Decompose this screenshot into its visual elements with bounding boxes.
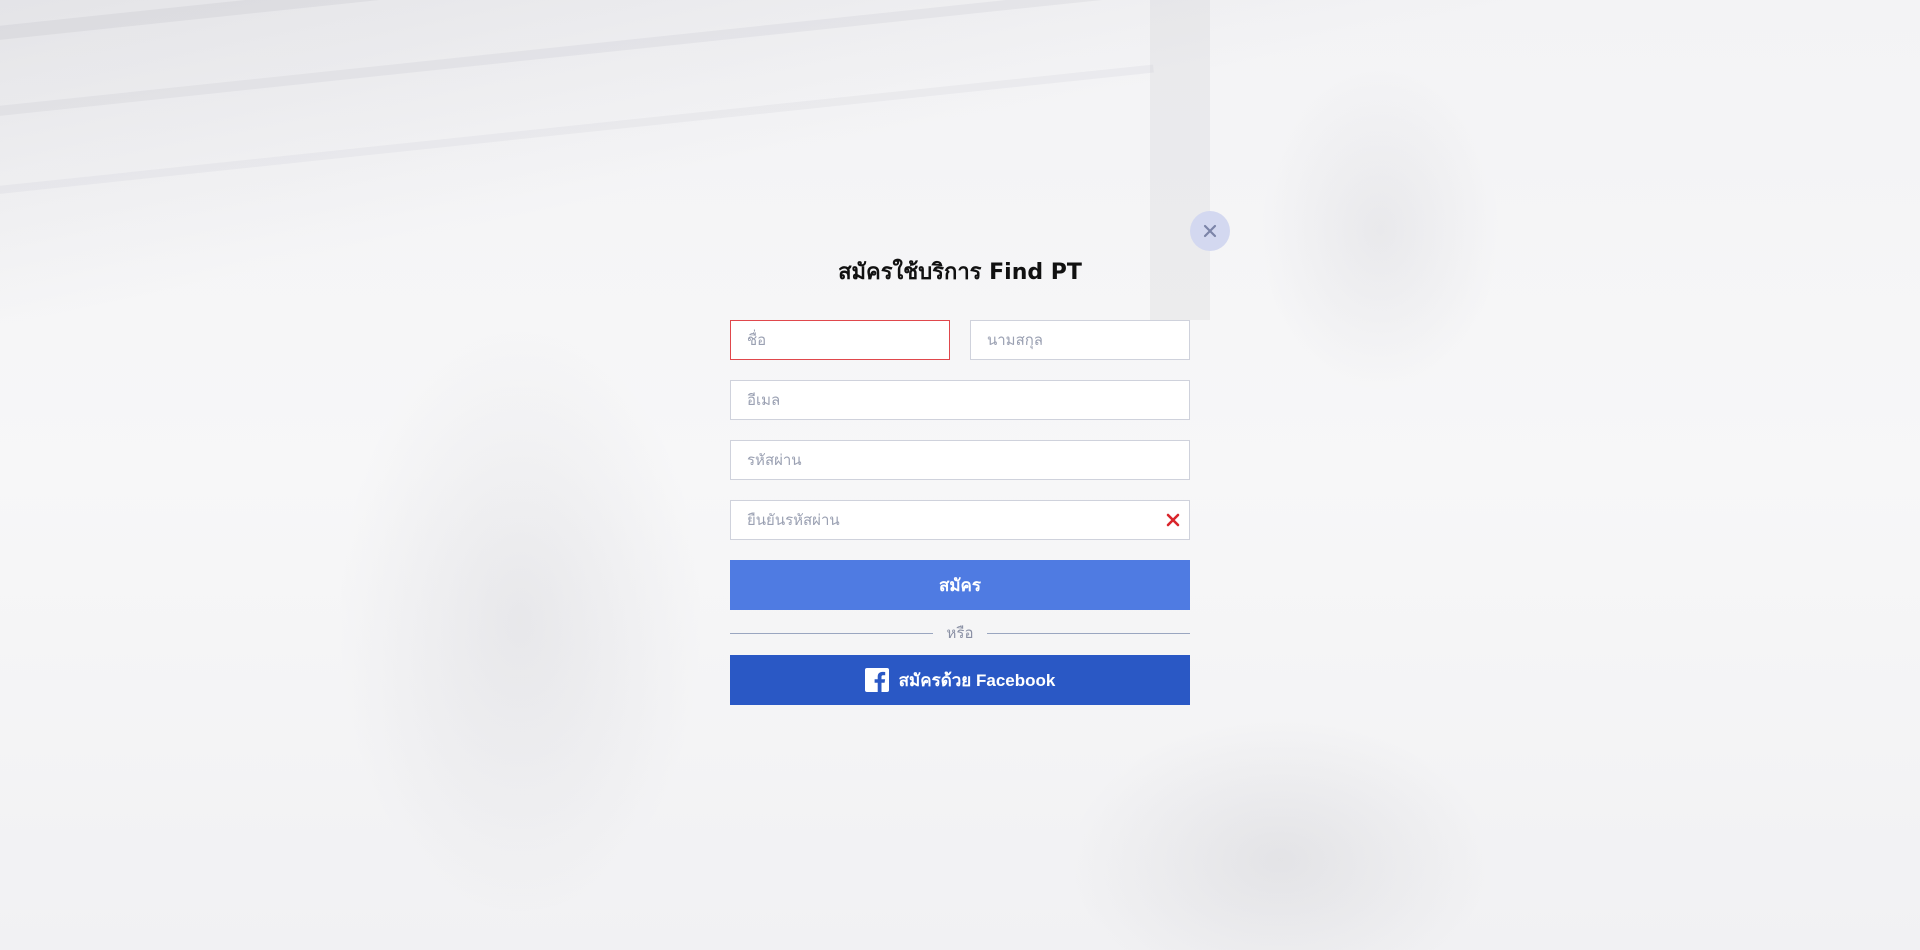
close-icon [1203, 224, 1217, 238]
password-row [730, 440, 1190, 480]
divider-line [730, 632, 933, 634]
email-input[interactable] [731, 381, 1189, 419]
password-field [730, 440, 1190, 480]
email-field [730, 380, 1190, 420]
divider-label: หรือ [946, 624, 974, 642]
first-name-field [730, 320, 950, 360]
first-name-input[interactable] [731, 321, 949, 359]
facebook-button-label: สมัครด้วย Facebook [898, 670, 1056, 690]
email-row [730, 380, 1190, 420]
divider-line [987, 632, 1191, 634]
or-divider: หรือ [730, 621, 1191, 645]
facebook-icon [864, 668, 889, 692]
error-x-icon [1166, 513, 1180, 527]
confirm-password-input[interactable] [731, 501, 1189, 539]
last-name-field [970, 320, 1190, 360]
close-button[interactable] [1190, 211, 1230, 251]
password-input[interactable] [731, 441, 1189, 479]
signup-form: สมัครใช้บริการ Find PT ชื่อ นามสกุล อีเม… [730, 210, 1191, 705]
page-title: สมัครใช้บริการ Find PT [838, 260, 1082, 285]
last-name-input[interactable] [971, 321, 1189, 359]
confirm-password-field [730, 500, 1190, 540]
confirm-password-row [730, 500, 1190, 540]
page: สมัครใช้บริการ Find PT ชื่อ นามสกุล อีเม… [0, 0, 1920, 950]
facebook-signup-button[interactable]: สมัครด้วย Facebook [730, 655, 1190, 705]
signup-button[interactable]: สมัคร [730, 560, 1190, 610]
name-row [730, 320, 1190, 360]
